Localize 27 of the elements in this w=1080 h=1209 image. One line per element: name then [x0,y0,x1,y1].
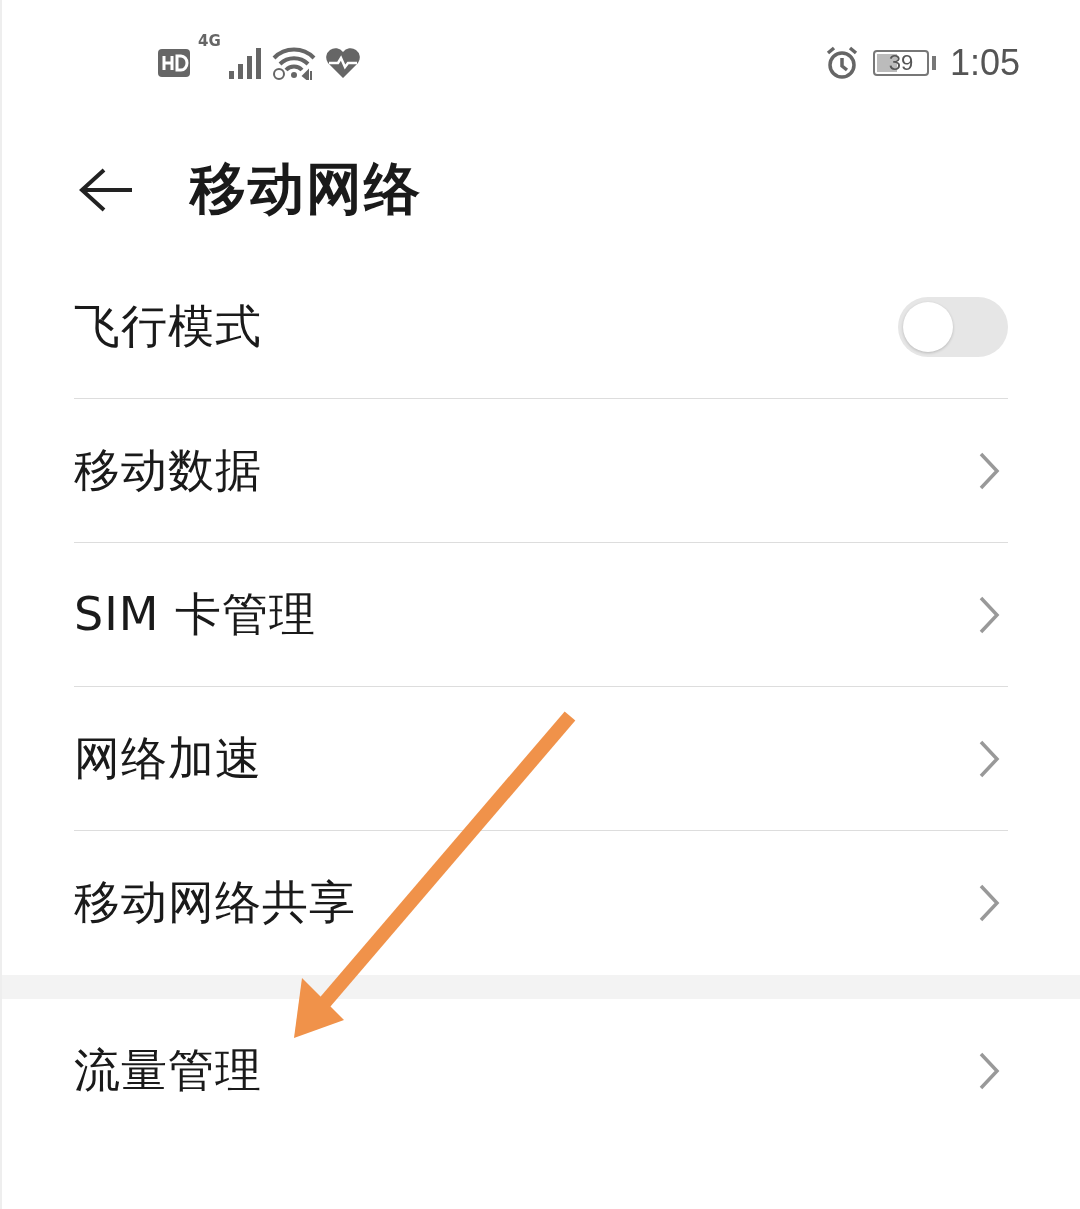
item-label: 移动网络共享 [74,874,356,931]
chevron-icon [978,738,1000,779]
signal-icon [228,46,263,79]
page-title: 移动网络 [190,155,422,223]
chevron-icon [978,450,1000,491]
wifi-icon [270,45,317,80]
alarm-icon [824,45,859,80]
settings-item[interactable]: 飞行模式 [74,255,1008,399]
item-label: SIM 卡管理 [74,585,317,643]
settings-item[interactable]: 移动数据 [74,399,1008,543]
settings-item[interactable]: 网络加速 [74,687,1008,831]
item-label: 流量管理 [74,1042,262,1099]
item-label: 网络加速 [74,729,262,787]
chevron-icon [978,594,1000,635]
network-type: 4G [198,31,221,50]
settings-item[interactable]: 流量管理 [74,999,1008,1143]
chevron-icon [978,1051,1000,1091]
heart-icon [324,46,361,79]
item-label: 移动数据 [74,441,262,499]
battery-percent: 39 [888,49,914,76]
item-label: 飞行模式 [74,297,262,355]
hd-icon [158,48,190,77]
settings-item[interactable]: SIM 卡管理 [74,543,1008,687]
back-button[interactable] [78,166,134,214]
chevron-icon [978,883,1000,923]
settings-item[interactable]: 移动网络共享 [74,831,1008,975]
clock-time: 1:05 [949,41,1020,84]
